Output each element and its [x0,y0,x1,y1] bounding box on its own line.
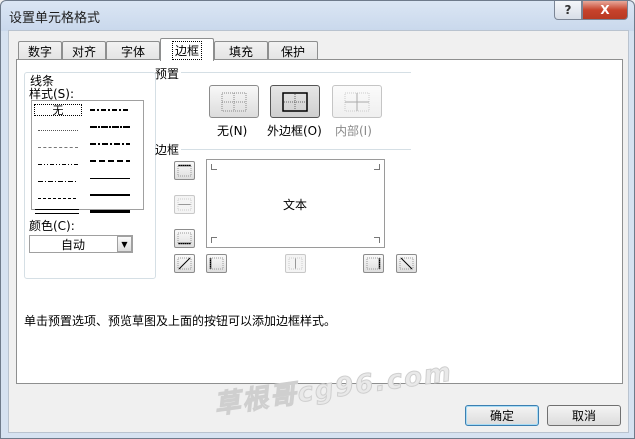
tab-label: 字体 [120,44,145,59]
preset-outline-label: 外边框(O) [267,124,322,138]
preview-corner-mark [374,164,380,170]
preview-corner-mark [211,164,217,170]
dialog-body: 数字 对齐 字体 边框 填充 保护 线条 样式(S): 无 颜色(C): 自动 … [8,30,629,433]
line-style-dash-dot[interactable] [38,175,78,187]
line-style-dotted[interactable] [38,141,78,153]
preview-corner-mark [374,237,380,243]
no-border-icon [221,92,247,111]
border-tab-panel: 线条 样式(S): 无 颜色(C): 自动 ▼ 预置 无(N) 外边框(O) 内… [16,59,623,421]
inside-horizontal-icon [177,198,192,211]
tab-label: 边框 [171,40,202,60]
line-style-hairline[interactable] [38,124,78,136]
inside-vertical-icon [288,257,303,270]
border-preview[interactable]: 文本 [206,159,385,248]
color-value: 自动 [60,237,85,252]
border-top-button[interactable] [174,161,195,180]
line-style-medium-dashed[interactable] [90,155,130,167]
tab-font[interactable]: 字体 [106,41,160,60]
tab-label: 填充 [228,44,253,59]
top-border-icon [177,164,192,177]
line-style-medium-dash-dot-dot[interactable] [90,104,130,116]
line-style-medium[interactable] [90,189,130,201]
tab-label: 对齐 [71,44,96,59]
cancel-button[interactable]: 取消 [547,405,621,426]
right-border-icon [366,257,381,270]
chevron-down-icon[interactable]: ▼ [117,236,132,252]
diagonal-down-icon [399,257,414,270]
description-text: 单击预置选项、预览草图及上面的按钮可以添加边框样式。 [24,314,337,328]
line-style-list: 无 [31,100,144,214]
color-label: 颜色(C): [29,219,75,233]
title-bar: 设置单元格格式 ? X [1,1,634,29]
line-style-thin[interactable] [90,172,130,184]
diagonal-up-icon [177,257,192,270]
watermark: 草根哥cg96.com [212,357,455,421]
bottom-border-icon [177,232,192,245]
line-style-double[interactable] [35,205,79,217]
line-style-dashed-thin[interactable] [38,192,78,204]
dialog-window: 设置单元格格式 ? X 数字 对齐 字体 边框 填充 保护 线条 样式(S): … [0,0,635,439]
window-title: 设置单元格格式 [9,11,101,26]
line-style-thick[interactable] [90,205,130,217]
preset-none-button[interactable] [209,85,259,118]
preview-corner-mark [211,237,217,243]
tab-alignment[interactable]: 对齐 [62,41,106,60]
tab-label: 数字 [27,44,52,59]
inside-border-icon [344,92,370,111]
line-style-dash-dot-dot[interactable] [38,158,78,170]
line-group: 线条 样式(S): 无 颜色(C): 自动 ▼ [24,72,156,279]
tab-protection[interactable]: 保护 [268,41,318,60]
border-diagonal-down-button[interactable] [396,254,417,273]
line-style-slant-dash-dot[interactable] [90,121,130,133]
preset-outline-button[interactable] [270,85,320,118]
line-style-none[interactable]: 无 [34,104,82,117]
presets-label: 预置 [155,67,180,81]
tab-border[interactable]: 边框 [160,38,214,61]
border-right-button[interactable] [363,254,384,273]
preset-inside-label: 内部(I) [335,124,372,138]
border-divider [181,149,411,150]
help-button[interactable]: ? [554,1,582,20]
presets-divider [181,72,411,73]
border-diagonal-up-button[interactable] [174,254,195,273]
preset-inside-button[interactable] [332,85,382,118]
ok-button[interactable]: 确定 [465,405,539,426]
preview-text: 文本 [283,198,308,212]
border-left-button[interactable] [206,254,227,273]
border-inside-horizontal-button[interactable] [174,195,195,214]
close-button[interactable]: X [582,1,628,20]
tab-number[interactable]: 数字 [18,41,62,60]
left-border-icon [209,257,224,270]
border-section-label: 边框 [155,143,180,157]
border-bottom-button[interactable] [174,229,195,248]
border-inside-vertical-button[interactable] [285,254,306,273]
line-style-medium-dash-dot[interactable] [90,138,130,150]
preset-none-label: 无(N) [217,124,248,138]
tab-fill[interactable]: 填充 [214,41,268,60]
tab-label: 保护 [280,44,305,59]
outline-border-icon [282,91,308,112]
